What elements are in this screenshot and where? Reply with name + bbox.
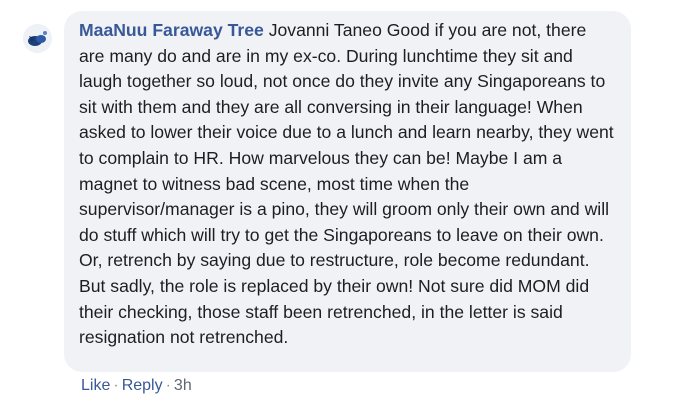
reply-button[interactable]: Reply	[122, 377, 163, 394]
comment-actions: Like · Reply · 3h	[81, 375, 192, 397]
action-separator: ·	[113, 377, 119, 394]
comment: MaaNuu Faraway Tree Jovanni Taneo Good i…	[0, 0, 673, 404]
action-separator: ·	[165, 377, 171, 394]
like-button[interactable]: Like	[81, 377, 110, 394]
comment-text: MaaNuu Faraway Tree Jovanni Taneo Good i…	[79, 18, 615, 351]
comment-bubble: MaaNuu Faraway Tree Jovanni Taneo Good i…	[64, 11, 631, 372]
avatar[interactable]	[23, 24, 52, 53]
comment-author[interactable]: MaaNuu Faraway Tree	[79, 20, 264, 40]
comment-body: Good if you are not, there are many do a…	[79, 20, 614, 348]
avatar-image-icon	[23, 24, 52, 53]
comment-mention[interactable]: Jovanni Taneo	[269, 20, 382, 40]
timestamp[interactable]: 3h	[174, 377, 192, 394]
